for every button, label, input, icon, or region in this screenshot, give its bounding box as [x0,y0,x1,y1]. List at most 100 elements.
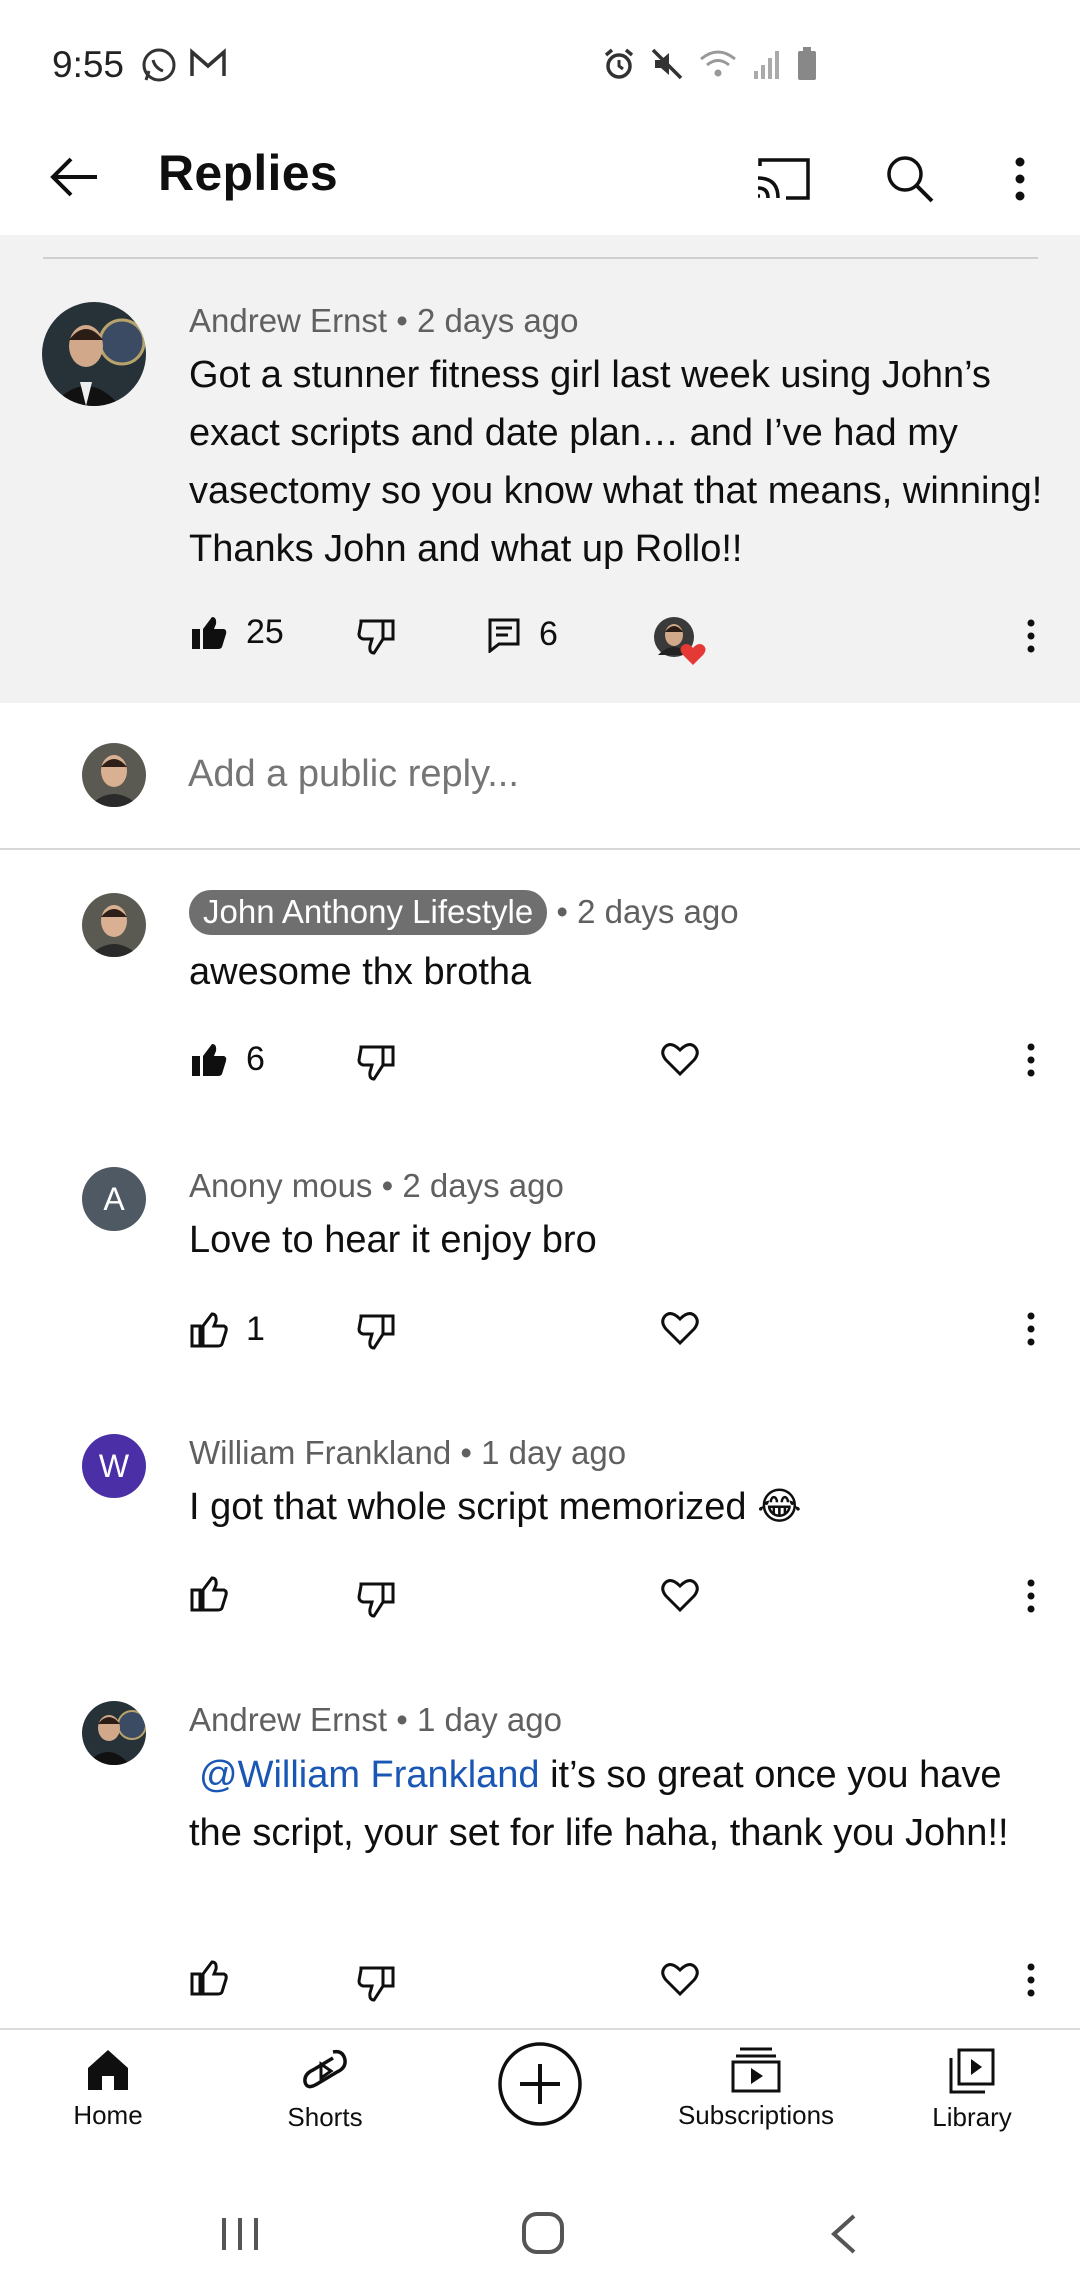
system-back-icon[interactable] [828,2212,858,2256]
parent-comment: Andrew Ernst • 2 days ago Got a stunner … [0,235,1080,703]
back-button[interactable] [40,142,110,212]
battery-icon [798,47,816,80]
dislike-button[interactable] [357,1966,395,2002]
system-navigation-bar [0,2158,1080,2280]
status-app-icons [140,46,228,84]
comment-more-button[interactable] [1026,1312,1036,1346]
thumbs-down-icon [357,1314,395,1350]
reply-count: 6 [539,615,558,653]
dislike-button[interactable] [357,1045,395,1081]
like-action[interactable]: 25 [190,613,284,652]
whatsapp-icon [142,48,176,82]
thumbs-down-icon [357,1045,395,1081]
nav-subscriptions[interactable]: Subscriptions [656,2046,856,2131]
comment-text: @William Frankland it’s so great once yo… [189,1746,1049,1862]
mute-icon [651,48,683,80]
nav-create[interactable] [440,2040,640,2128]
comment-meta: John Anthony Lifestyle • 2 days ago [189,890,739,935]
heart-outline-icon [661,1579,699,1613]
like-action[interactable] [190,1576,246,1612]
like-action[interactable]: 6 [190,1040,265,1079]
like-action[interactable] [190,1960,246,1996]
avatar[interactable]: W [82,1434,146,1498]
comment-meta: Andrew Ernst • 1 day ago [189,1701,562,1739]
status-right-icons [602,46,818,82]
search-icon [887,156,934,203]
comment-text: Love to hear it enjoy bro [189,1219,597,1261]
more-options-button[interactable] [990,144,1050,214]
gmail-icon [190,48,226,76]
like-count: 6 [246,1040,265,1078]
create-plus-icon [498,2042,582,2126]
shorts-icon [303,2049,347,2089]
heart-outline-icon [661,1312,699,1346]
nav-home[interactable]: Home [8,2046,208,2131]
cast-button[interactable] [748,144,818,214]
cast-icon [757,158,810,200]
comment-author[interactable]: Andrew Ernst [189,302,387,339]
dislike-button[interactable] [357,619,395,655]
comment-more-button[interactable] [1026,619,1036,653]
comment-author[interactable]: Anony mous [189,1167,372,1204]
comment-more-button[interactable] [1026,1963,1036,1997]
avatar[interactable] [82,893,146,957]
user-mention-link[interactable]: @William Frankland [199,1754,540,1796]
nav-label: Library [932,2102,1012,2132]
heart-button[interactable] [660,1310,700,1346]
more-vert-icon [1015,157,1025,201]
comment-text: I got that whole script memorized 😂 [189,1486,802,1528]
comment-more-button[interactable] [1026,1579,1036,1613]
nav-library[interactable]: Library [872,2046,1072,2133]
dislike-button[interactable] [357,1314,395,1350]
creator-author-pill[interactable]: John Anthony Lifestyle [189,890,548,935]
avatar[interactable]: A [82,1167,146,1231]
like-action[interactable]: 1 [190,1310,265,1349]
avatar-photo-icon [82,893,146,957]
avatar [82,743,146,807]
divider [43,257,1038,259]
replies-action[interactable]: 6 [487,615,558,654]
subscriptions-icon [731,2047,781,2093]
nav-label: Home [73,2100,143,2130]
comment-icon [488,618,520,653]
signal-icon [754,51,779,79]
heart-outline-icon [661,1963,699,1997]
home-circle-icon[interactable] [520,2210,566,2256]
heart-button[interactable] [660,1041,700,1077]
wifi-icon [700,50,736,77]
more-vert-icon [1027,1043,1035,1077]
status-bar: 9:55 [0,0,1080,130]
thumbs-up-icon [190,1960,228,1996]
avatar[interactable] [42,302,146,406]
bottom-navigation: Home Shorts Subscriptions Library [0,2028,1080,2158]
dislike-button[interactable] [357,1582,395,1618]
comment-author[interactable]: William Frankland [189,1434,451,1471]
comment-more-button[interactable] [1026,1043,1036,1077]
nav-label: Subscriptions [677,2100,835,2130]
thumbs-up-filled-icon [192,616,227,649]
heart-outline-icon [661,1043,699,1077]
search-button[interactable] [875,144,945,214]
home-icon [88,2050,128,2090]
avatar[interactable] [82,1701,146,1765]
avatar-photo-icon [42,302,146,406]
app-bar: Replies [0,130,1080,235]
status-time: 9:55 [52,44,125,85]
thumbs-up-filled-icon [192,1043,227,1076]
library-icon [949,2048,995,2094]
meta-separator: • [396,1701,408,1738]
comment-meta: William Frankland • 1 day ago [189,1434,626,1472]
comment-author[interactable]: Andrew Ernst [189,1701,387,1738]
comment-time: 2 days ago [417,302,579,339]
nav-shorts[interactable]: Shorts [225,2046,425,2133]
page-title: Replies [158,145,338,201]
meta-separator: • [460,1434,472,1471]
heart-button[interactable] [660,1961,700,1997]
meta-separator: • [396,302,408,339]
reply-input[interactable] [188,753,888,796]
nav-label: Shorts [287,2102,363,2132]
thumbs-down-icon [357,1582,395,1618]
heart-button[interactable] [660,1577,700,1613]
creator-heart-badge [652,615,708,667]
recent-apps-icon[interactable] [218,2214,262,2254]
